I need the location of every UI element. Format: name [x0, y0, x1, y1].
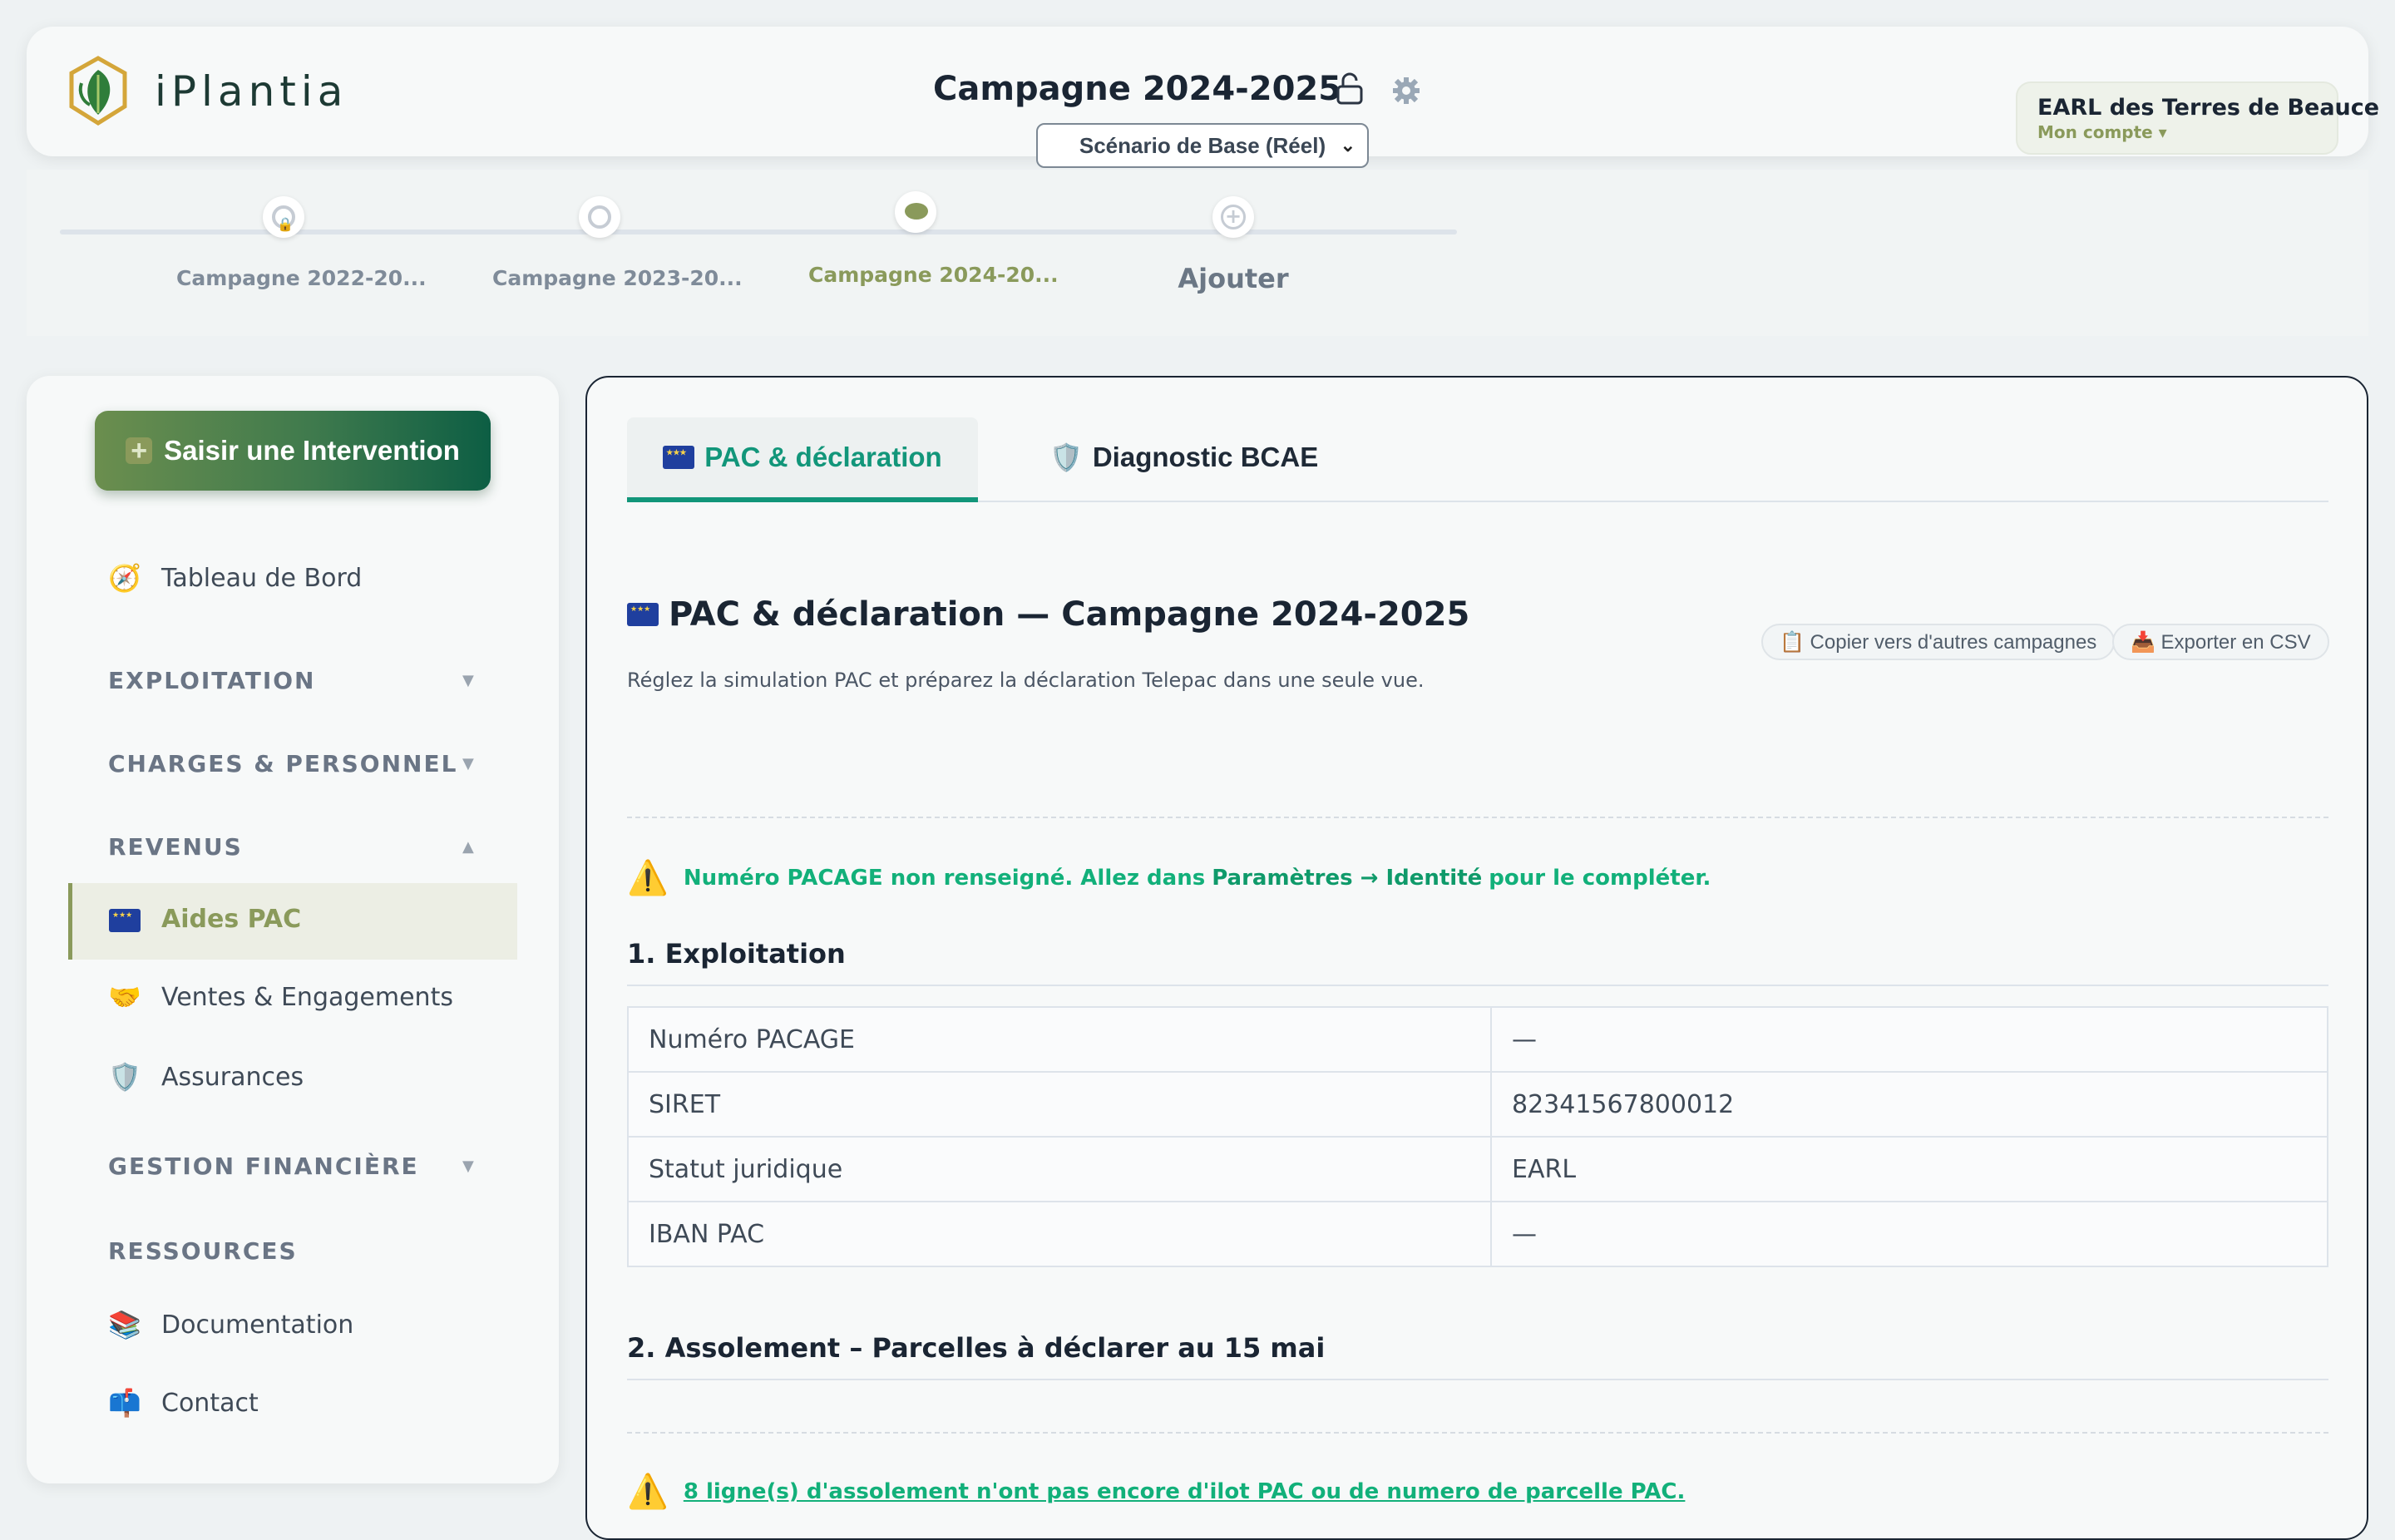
warning-icon: ⚠️ [627, 1473, 669, 1511]
pacage-warning: ⚠️ Numéro PACAGE non renseigné. Allez da… [627, 858, 1711, 897]
table-cell-value: EARL [1490, 1136, 2328, 1202]
unlock-icon[interactable] [1334, 72, 1365, 105]
scenario-select-value: Scénario de Base (Réel) [1079, 132, 1326, 158]
table-row: IBAN PAC — [627, 1201, 2328, 1267]
section-assolement-title: 2. Assolement – Parcelles à déclarer au … [627, 1332, 1326, 1364]
timeline-label-2024[interactable]: Campagne 2024-20... [808, 263, 1059, 287]
table-cell-key: IBAN PAC [627, 1201, 1492, 1267]
sidebar-item-assurances[interactable]: 🛡️ Assurances [106, 1061, 304, 1093]
sidebar: + Saisir une Intervention 🧭 Tableau de B… [27, 376, 559, 1483]
eu-flag-icon [106, 903, 143, 935]
timeline-node-2022[interactable]: 🔒 [263, 196, 304, 238]
timeline-node-2023[interactable] [579, 196, 620, 238]
scenario-select[interactable]: Scénario de Base (Réel) ⌄ [1036, 123, 1369, 168]
assolement-warning: ⚠️ 8 ligne(s) d'assolement n'ont pas enc… [627, 1472, 1685, 1511]
timeline-node-2024[interactable] [895, 191, 936, 233]
leaf-logo-icon [69, 56, 127, 126]
top-header: iPlantia Campagne 2024-2025 Scénario de … [27, 27, 2380, 168]
main-panel: PAC & déclaration 🛡️ Diagnostic BCAE PAC… [585, 376, 2368, 1540]
page-title-text: PAC & déclaration — Campagne 2024-2025 [669, 595, 1470, 634]
warning-text-before: Numéro PACAGE non renseigné. Allez dans [683, 865, 1206, 891]
page-subtitle: Réglez la simulation PAC et préparez la … [627, 669, 1425, 692]
divider [627, 1432, 2328, 1434]
eu-flag-icon [627, 603, 659, 626]
shield-icon: 🛡️ [108, 1061, 141, 1093]
account-menu[interactable]: EARL des Terres de Beauce Mon compte ▾ [2016, 81, 2380, 155]
sidebar-item-label: Aides PAC [161, 904, 302, 934]
lock-icon: 🔒 [277, 216, 294, 232]
app-name: iPlantia [155, 67, 348, 116]
sidebar-item-contact[interactable]: 📫 Contact [106, 1387, 259, 1419]
tab-label: PAC & déclaration [704, 442, 942, 472]
plus-icon: + [126, 437, 153, 465]
eu-flag-icon [663, 446, 695, 469]
add-intervention-label: Saisir une Intervention [164, 435, 460, 466]
table-cell-value: — [1490, 1006, 2328, 1073]
sidebar-item-label: Documentation [161, 1310, 354, 1340]
warning-icon: ⚠️ [627, 859, 669, 897]
handshake-icon: 🤝 [108, 981, 141, 1013]
tab-bar: PAC & déclaration 🛡️ Diagnostic BCAE [627, 417, 2328, 502]
shield-icon: 🛡️ [1049, 442, 1083, 472]
tab-label: Diagnostic BCAE [1092, 442, 1319, 472]
sidebar-item-dashboard[interactable]: 🧭 Tableau de Bord [106, 562, 362, 594]
divider [627, 1379, 2328, 1380]
sidebar-item-ventes[interactable]: 🤝 Ventes & Engagements [106, 981, 453, 1013]
exploitation-table: Numéro PACAGE — SIRET 82341567800012 Sta… [627, 1006, 2328, 1267]
sidebar-section-revenus[interactable]: REVENUS [108, 833, 243, 861]
sidebar-item-aides-pac[interactable]: Aides PAC [106, 903, 301, 935]
sidebar-section-charges[interactable]: CHARGES & PERSONNEL [108, 750, 457, 777]
assolement-warning-text: 8 ligne(s) d'assolement n'ont pas encore… [683, 1478, 1686, 1504]
tab-pac-declaration[interactable]: PAC & déclaration [627, 417, 978, 502]
table-row: Numéro PACAGE — [627, 1006, 2328, 1073]
page-title: PAC & déclaration — Campagne 2024-2025 [627, 595, 1469, 634]
table-cell-key: Numéro PACAGE [627, 1006, 1492, 1073]
account-menu-label: Mon compte ▾ [2037, 122, 2167, 142]
sidebar-item-documentation[interactable]: 📚 Documentation [106, 1309, 353, 1340]
table-cell-key: SIRET [627, 1071, 1492, 1138]
sidebar-section-gestion[interactable]: GESTION FINANCIÈRE [108, 1153, 419, 1180]
table-cell-key: Statut juridique [627, 1136, 1492, 1202]
divider [627, 985, 2328, 986]
sidebar-section-exploitation[interactable]: EXPLOITATION [108, 667, 315, 694]
campaign-title: Campagne 2024-2025 [933, 70, 1342, 108]
sidebar-item-label: Contact [161, 1388, 259, 1418]
timeline-node-add[interactable]: + [1212, 196, 1254, 238]
timeline-add-label[interactable]: Ajouter [1154, 263, 1312, 294]
campaign-timeline: 🔒 Campagne 2022-20... Campagne 2023-20..… [27, 170, 2368, 336]
export-csv-button[interactable]: 📥 Exporter en CSV [2112, 624, 2329, 660]
chevron-down-icon[interactable]: ▼ [462, 755, 474, 772]
table-cell-value: 82341567800012 [1490, 1071, 2328, 1138]
timeline-label-2023[interactable]: Campagne 2023-20... [492, 266, 743, 290]
account-name: EARL des Terres de Beauce [2037, 95, 2380, 121]
chevron-down-icon[interactable]: ▼ [462, 1157, 474, 1175]
active-dot-icon [905, 203, 928, 220]
divider [627, 817, 2328, 818]
copy-to-campaigns-button[interactable]: 📋 Copier vers d'autres campagnes [1761, 624, 2116, 660]
plus-circle-icon: + [1221, 205, 1246, 230]
sidebar-item-label: Ventes & Engagements [161, 982, 453, 1012]
ring-icon [588, 205, 611, 229]
compass-icon: 🧭 [108, 562, 141, 594]
table-row: Statut juridique EARL [627, 1136, 2328, 1202]
sidebar-item-label: Tableau de Bord [161, 563, 363, 593]
mailbox-icon: 📫 [108, 1387, 141, 1419]
books-icon: 📚 [108, 1309, 141, 1340]
chevron-down-icon: ⌄ [1340, 135, 1356, 155]
sidebar-section-ressources: RESSOURCES [108, 1237, 298, 1265]
table-row: SIRET 82341567800012 [627, 1071, 2328, 1138]
table-cell-value: — [1490, 1201, 2328, 1267]
settings-identity-link[interactable]: Paramètres → Identité [1212, 866, 1482, 891]
warning-text-after: pour le compléter. [1489, 865, 1711, 891]
section-exploitation-title: 1. Exploitation [627, 938, 846, 970]
gear-icon[interactable] [1390, 75, 1422, 106]
app-logo[interactable]: iPlantia [65, 53, 348, 130]
add-intervention-button[interactable]: + Saisir une Intervention [95, 411, 491, 491]
chevron-down-icon[interactable]: ▼ [462, 672, 474, 689]
sidebar-item-label: Assurances [161, 1062, 304, 1092]
chevron-up-icon[interactable]: ▲ [462, 838, 474, 856]
tab-diagnostic-bcae[interactable]: 🛡️ Diagnostic BCAE [1049, 417, 1318, 497]
timeline-label-2022[interactable]: Campagne 2022-20... [176, 266, 427, 290]
